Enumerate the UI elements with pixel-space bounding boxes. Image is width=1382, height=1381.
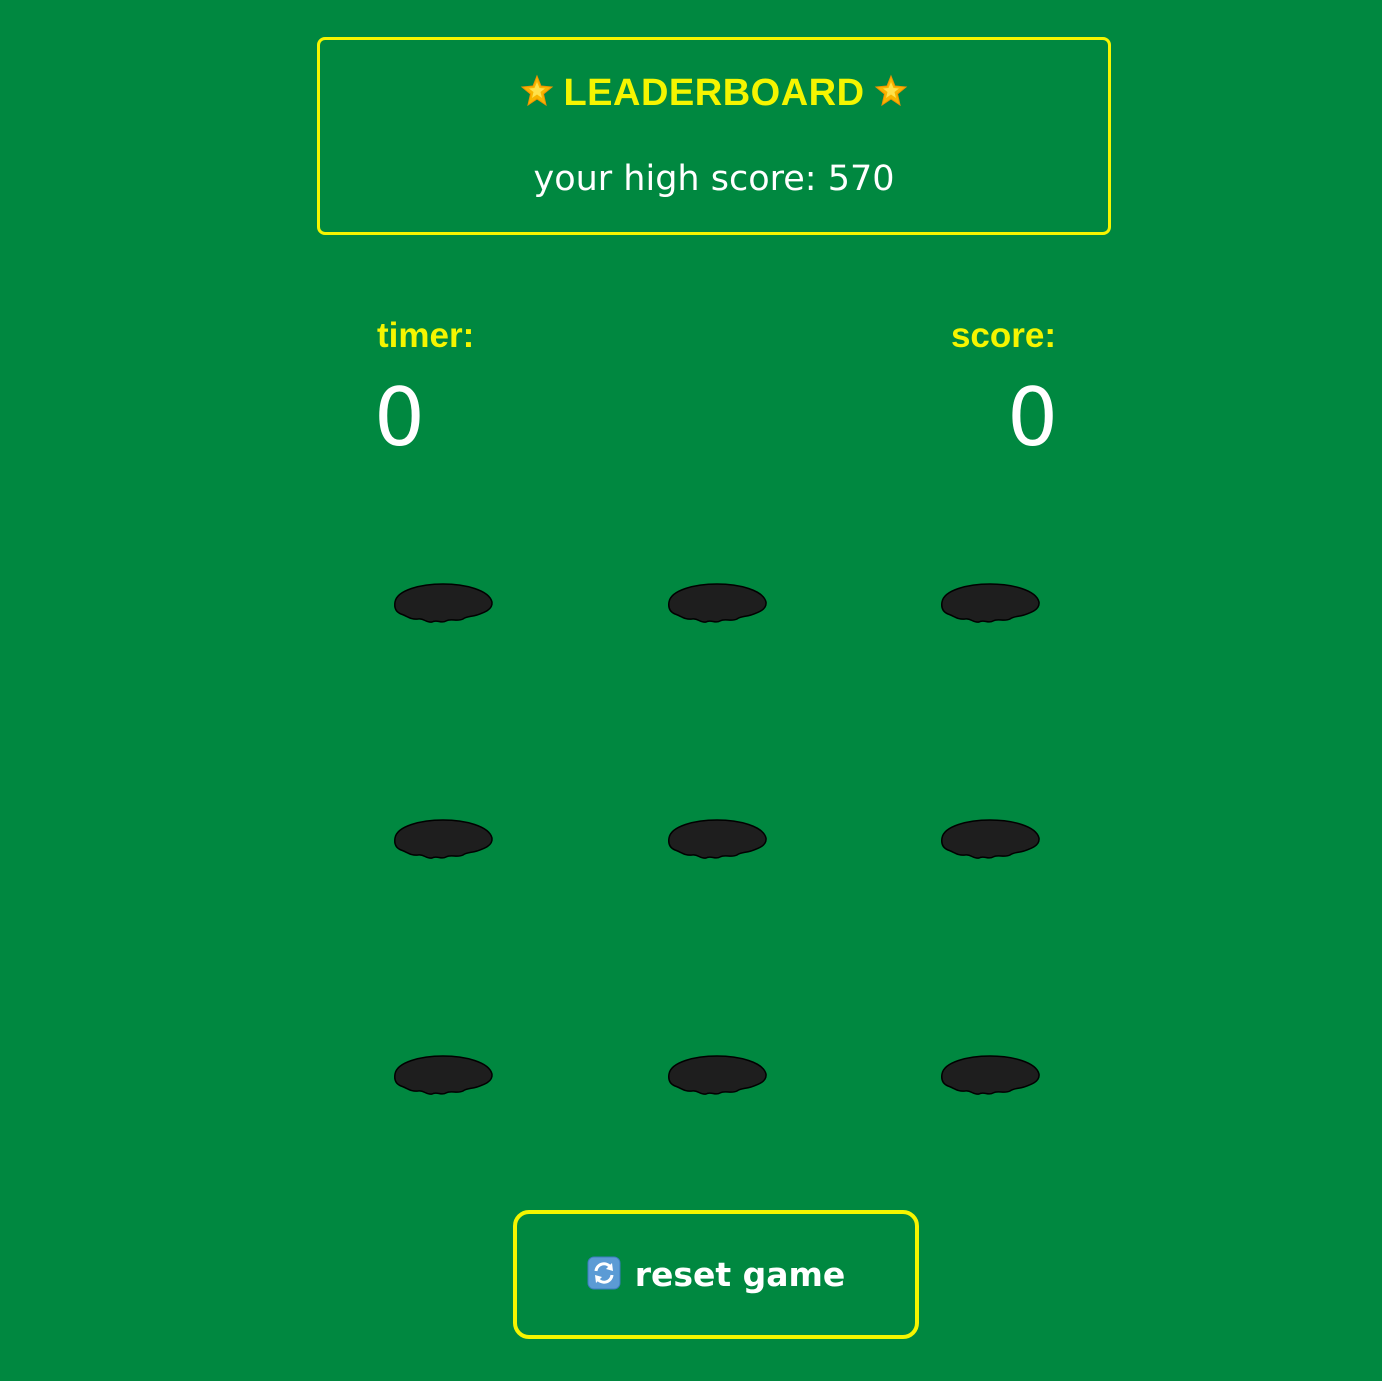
hole-icon[interactable] xyxy=(665,1054,769,1098)
leaderboard-title: LEADERBOARD xyxy=(563,72,865,114)
game-page: LEADERBOARD your high score: 570 timer: … xyxy=(0,0,1382,1381)
glowing-star-icon xyxy=(874,74,907,107)
hole-icon[interactable] xyxy=(391,1054,495,1098)
hole-icon[interactable] xyxy=(391,818,495,862)
reset-game-button[interactable]: reset game xyxy=(513,1210,919,1339)
timer-label: timer: xyxy=(377,316,475,355)
reset-game-label: reset game xyxy=(634,1255,846,1294)
hole-icon[interactable] xyxy=(665,582,769,626)
leaderboard-title-row: LEADERBOARD xyxy=(320,70,1108,116)
hole-icon[interactable] xyxy=(938,818,1042,862)
hole-icon[interactable] xyxy=(665,818,769,862)
refresh-icon xyxy=(587,1256,621,1289)
hole-icon[interactable] xyxy=(938,582,1042,626)
hole-icon[interactable] xyxy=(938,1054,1042,1098)
leaderboard-panel: LEADERBOARD your high score: 570 xyxy=(317,37,1111,235)
score-label: score: xyxy=(950,316,1056,355)
score-value: 0 xyxy=(1007,371,1058,464)
timer-value: 0 xyxy=(374,371,425,464)
high-score-text: your high score: 570 xyxy=(533,159,895,199)
hole-icon[interactable] xyxy=(391,582,495,626)
glowing-star-icon xyxy=(521,74,554,107)
